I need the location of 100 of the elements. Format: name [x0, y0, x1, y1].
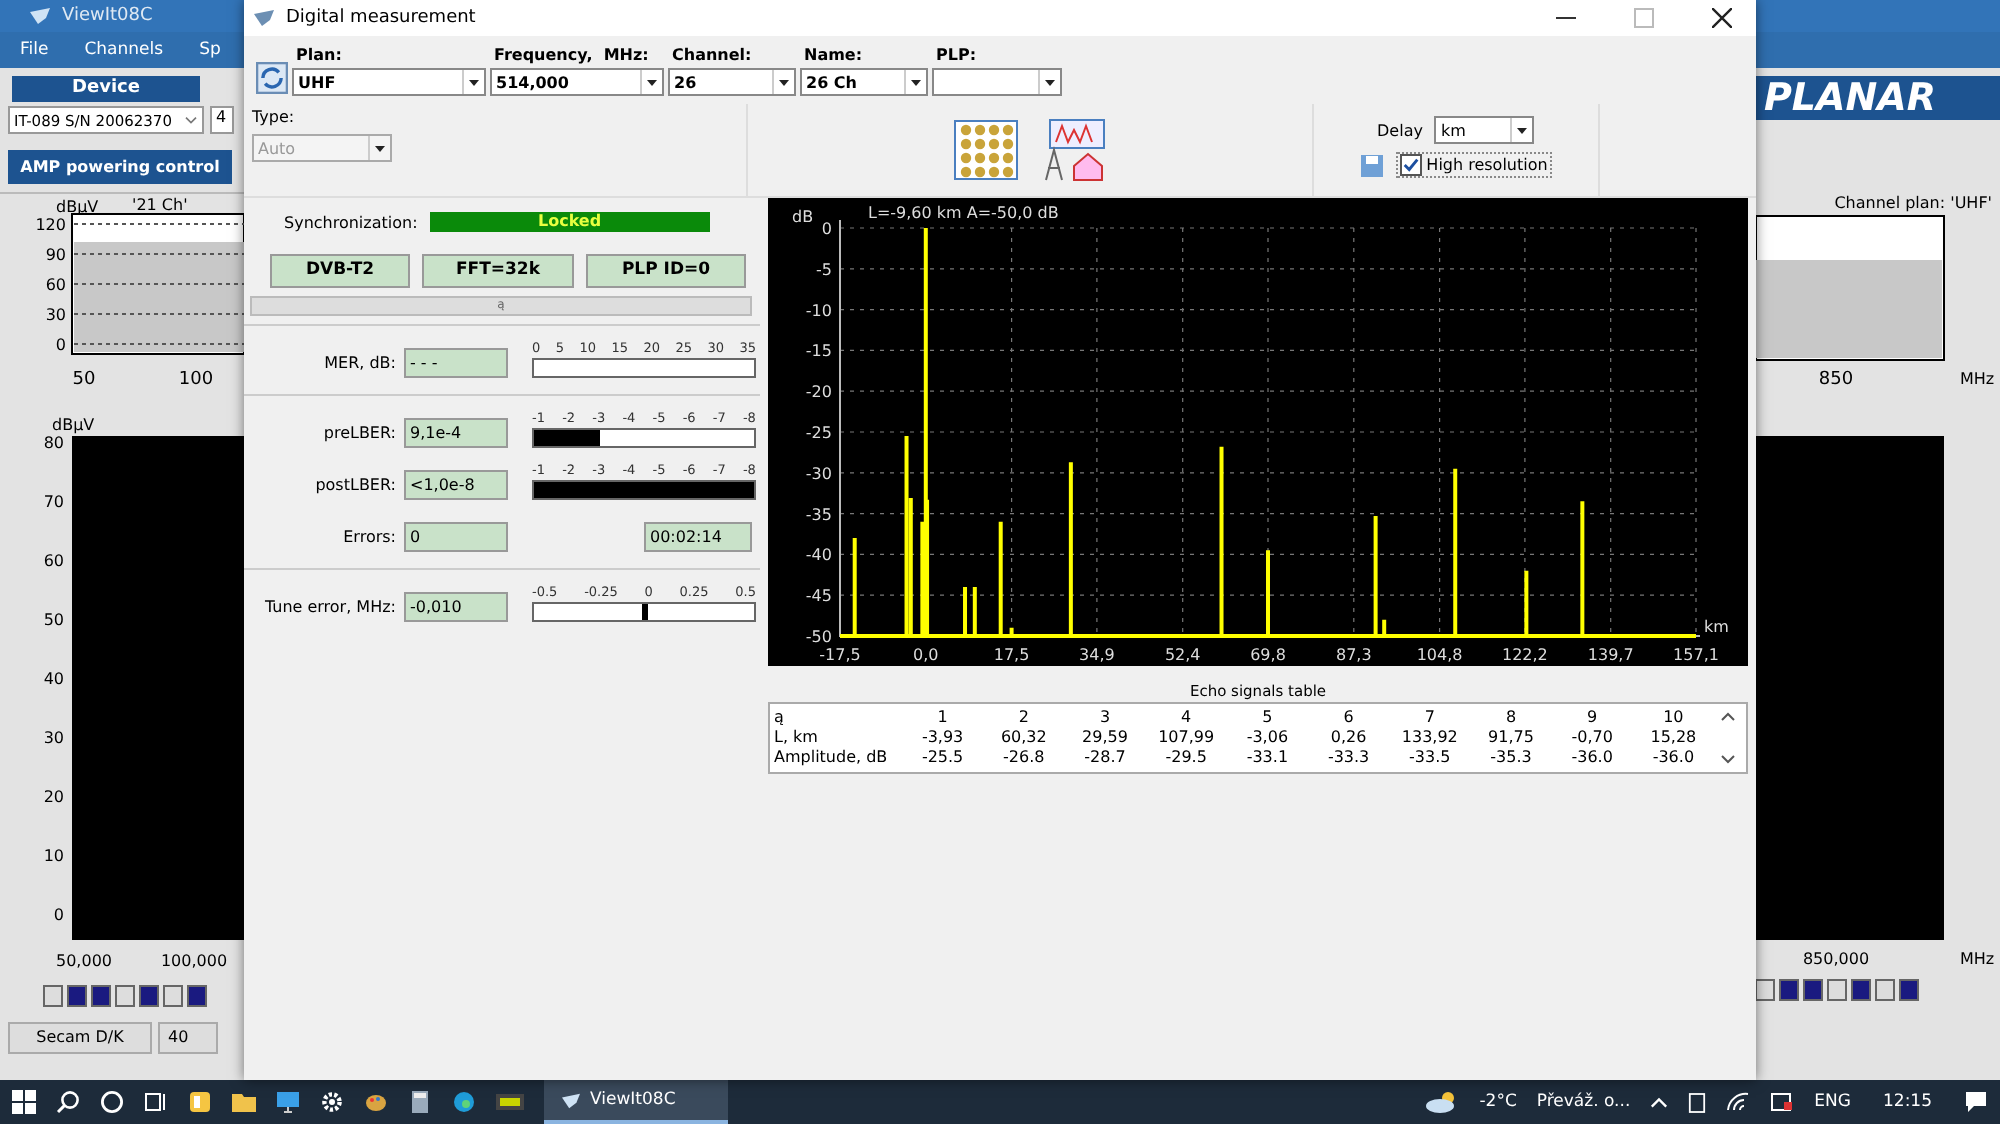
- select-field[interactable]: [932, 68, 1062, 96]
- circle-icon[interactable]: [100, 1090, 124, 1114]
- calculator-icon[interactable]: [408, 1090, 432, 1114]
- start-icon[interactable]: [12, 1090, 36, 1114]
- constellation-icon[interactable]: [954, 120, 1018, 180]
- reading-field: -0,010: [404, 592, 508, 622]
- dialog-logo-icon: [252, 8, 276, 28]
- sync-status-bar: Locked: [429, 212, 710, 232]
- select-field[interactable]: 26: [668, 68, 796, 96]
- row-header: Amplitude, dB: [774, 748, 890, 768]
- chevron-up-icon[interactable]: [1650, 1093, 1669, 1111]
- table-cell-text: -29.5: [1163, 748, 1209, 768]
- delay-label: Delay: [1377, 121, 1423, 139]
- weather-text[interactable]: Převáž. o...: [1536, 1092, 1631, 1112]
- dropdown-arrow-icon: [772, 70, 794, 94]
- dropdown-arrow-icon: [1510, 118, 1533, 142]
- device-icon[interactable]: [1688, 1091, 1707, 1113]
- table-cell-text: 5: [1260, 708, 1275, 728]
- select-field[interactable]: 26 Ch: [800, 68, 928, 96]
- clock[interactable]: 12:15: [1883, 1092, 1932, 1112]
- table-cell-text: 8: [1503, 708, 1519, 728]
- x-tick-label: -17,5: [819, 646, 861, 664]
- select-field[interactable]: UHF: [292, 68, 486, 96]
- meter-label: MER, dB:: [322, 354, 396, 376]
- battery-icon[interactable]: [1770, 1092, 1795, 1112]
- scroll-arrows-icon[interactable]: [1720, 708, 1736, 768]
- app-icon[interactable]: [496, 1090, 524, 1114]
- planar-logo: PLANAR: [1756, 76, 2000, 120]
- checkbox[interactable]: [1400, 154, 1423, 176]
- y-tick-label: -35: [805, 505, 832, 524]
- menu-item[interactable]: Sp: [199, 40, 221, 60]
- save-icon[interactable]: [1360, 153, 1385, 177]
- task-view-icon[interactable]: [144, 1090, 168, 1114]
- folder-icon[interactable]: [232, 1090, 256, 1114]
- monitor-icon[interactable]: [276, 1090, 300, 1114]
- table-cell-text: -35.3: [1488, 748, 1534, 768]
- table-cell-text: -26.8: [1001, 748, 1047, 768]
- y-tick-label: 0: [821, 220, 832, 238]
- menu-item[interactable]: Channels: [84, 40, 164, 60]
- table-cell-text: -28.7: [1082, 748, 1128, 768]
- y-tick-label: -40: [805, 546, 832, 565]
- table-cell-text: 3: [1097, 708, 1113, 728]
- x-tick-label: 17,5: [993, 646, 1030, 664]
- close-icon[interactable]: [1712, 8, 1732, 28]
- table-cell-text: -3,93: [919, 728, 966, 748]
- select-field[interactable]: 514,000: [490, 68, 664, 96]
- x-axis-label: km: [1704, 618, 1729, 636]
- search-icon[interactable]: [56, 1090, 80, 1114]
- notification-icon[interactable]: [1964, 1090, 1988, 1114]
- menu-item[interactable]: File: [20, 40, 49, 60]
- mode-indicator: PLP ID=0: [586, 254, 746, 288]
- language-indicator[interactable]: ENG: [1814, 1092, 1851, 1112]
- field-label: Name:: [802, 46, 865, 64]
- table-cell-text: -3,06: [1244, 728, 1291, 748]
- dropdown-arrow-icon: [640, 70, 662, 94]
- y-tick-label: -25: [805, 424, 832, 442]
- x-tick-label: 87,3: [1336, 646, 1372, 664]
- dropdown-arrow-icon: [368, 136, 390, 160]
- dropdown-arrow-icon: [1038, 70, 1060, 94]
- table-cell-text: -25.5: [919, 748, 966, 768]
- app-logo-icon: [28, 6, 52, 26]
- reading-field: - - -: [404, 348, 508, 378]
- delay-select[interactable]: km: [1434, 116, 1535, 144]
- y-axis-label: dB: [792, 208, 814, 226]
- partial-select[interactable]: 4: [210, 106, 234, 134]
- table-cell-text: 29,59: [1080, 728, 1130, 748]
- table-cell-text: 10: [1661, 708, 1686, 728]
- table-cell-text: 6: [1341, 708, 1356, 728]
- cursor-readout: L=-9,60 km A=-50,0 dB: [868, 204, 1059, 222]
- refresh-icon[interactable]: [256, 62, 288, 94]
- meter-label: postLBER:: [313, 476, 396, 498]
- table-cell-text: 9: [1585, 708, 1600, 728]
- row-header: ą: [774, 708, 786, 728]
- paint-palette-icon[interactable]: [364, 1090, 388, 1114]
- field-label: Channel:: [670, 46, 754, 64]
- dropdown-arrow-icon: [462, 70, 484, 94]
- x-tick-label: 139,7: [1587, 646, 1634, 664]
- x-tick-label: 157,1: [1673, 646, 1719, 664]
- type-label: Type:: [252, 108, 297, 126]
- x-tick-label: 69,8: [1250, 646, 1286, 664]
- synchronization-label: Synchronization:: [284, 213, 418, 231]
- table-cell-text: 0,26: [1328, 728, 1369, 748]
- x-tick-label: 0,0: [913, 646, 939, 664]
- meter-label: preLBER:: [321, 424, 396, 446]
- widgets-icon[interactable]: [188, 1090, 212, 1114]
- y-tick-label: -30: [805, 464, 832, 483]
- temperature[interactable]: -2°C: [1479, 1092, 1517, 1112]
- x-tick-label: 52,4: [1164, 646, 1201, 664]
- gear-icon[interactable]: [320, 1090, 344, 1114]
- reading-field: <1,0e-8: [404, 470, 508, 500]
- amp-powering-button[interactable]: AMP powering control: [8, 150, 232, 184]
- dialog-title: Digital measurement: [286, 8, 476, 28]
- wifi-icon[interactable]: [1726, 1092, 1751, 1112]
- cloud-icon[interactable]: [1423, 1090, 1460, 1114]
- browser-icon[interactable]: [452, 1090, 476, 1114]
- y-tick-label: -15: [805, 342, 832, 361]
- checkmark-icon: [1402, 156, 1421, 174]
- meter-label: Tune error, MHz:: [262, 598, 396, 620]
- taskbar-app-button[interactable]: ViewIt08C: [544, 1080, 728, 1124]
- status-cell: 40: [158, 1022, 218, 1054]
